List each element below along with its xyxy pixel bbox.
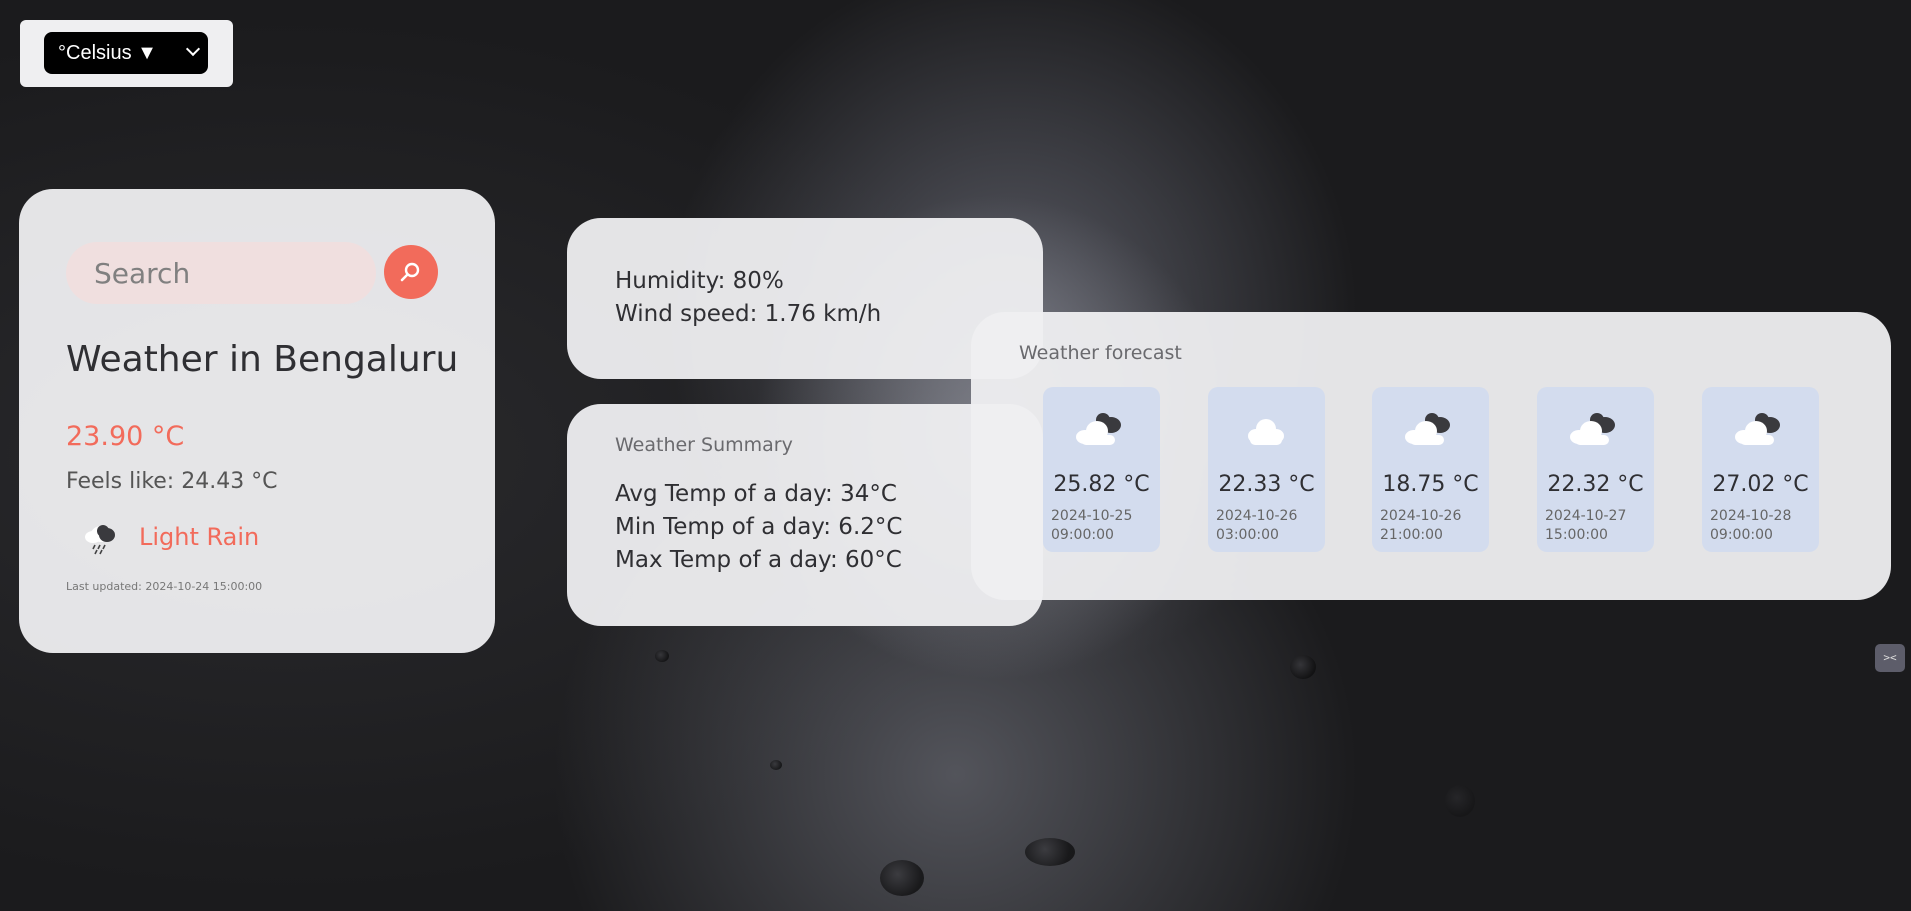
forecast-time: 09:00:00 [1710, 527, 1773, 543]
wind-speed-text: Wind speed: 1.76 km/h [615, 301, 882, 327]
min-temp-text: Min Temp of a day: 6.2°C [615, 514, 903, 540]
search-input[interactable] [66, 242, 376, 304]
forecast-item: 22.32 °C 2024-10-27 15:00:00 [1537, 387, 1654, 552]
forecast-date: 2024-10-26 [1380, 508, 1462, 524]
forecast-time: 15:00:00 [1545, 527, 1608, 543]
forecast-date: 2024-10-26 [1216, 508, 1298, 524]
city-title: Weather in Bengaluru [66, 339, 459, 380]
forecast-item: 25.82 °C 2024-10-25 09:00:00 [1043, 387, 1160, 552]
forecast-item: 22.33 °C 2024-10-26 03:00:00 [1208, 387, 1325, 552]
background-droplet [1025, 838, 1075, 866]
current-weather-card: Weather in Bengaluru 23.90 °C Feels like… [19, 189, 495, 653]
cloud-icon [1248, 419, 1284, 445]
partly-cloudy-icon [1076, 413, 1121, 445]
forecast-datetime: 2024-10-27 15:00:00 [1545, 507, 1650, 545]
floating-extension-button[interactable]: >< [1875, 644, 1905, 672]
forecast-item: 18.75 °C 2024-10-26 21:00:00 [1372, 387, 1489, 552]
partly-cloudy-icon [1735, 413, 1780, 445]
avg-temp-text: Avg Temp of a day: 34°C [615, 481, 897, 507]
background-droplet [770, 760, 782, 770]
forecast-date: 2024-10-27 [1545, 508, 1627, 524]
search-icon [400, 262, 420, 282]
unit-select[interactable]: °Celsius ▼ [44, 32, 208, 74]
forecast-datetime: 2024-10-28 09:00:00 [1710, 507, 1815, 545]
forecast-time: 03:00:00 [1216, 527, 1279, 543]
forecast-time: 09:00:00 [1051, 527, 1114, 543]
forecast-temp: 18.75 °C [1382, 472, 1479, 497]
last-updated: Last updated: 2024-10-24 15:00:00 [66, 580, 263, 593]
feels-like: Feels like: 24.43 °C [66, 469, 278, 494]
background-droplet [1290, 655, 1316, 679]
light-rain-icon [85, 525, 115, 555]
unit-selector-panel: °Celsius ▼ [20, 20, 233, 87]
forecast-datetime: 2024-10-26 21:00:00 [1380, 507, 1485, 545]
forecast-item: 27.02 °C 2024-10-28 09:00:00 [1702, 387, 1819, 552]
summary-title: Weather Summary [615, 434, 793, 456]
background-droplet [1445, 785, 1475, 817]
forecast-temp: 25.82 °C [1053, 472, 1150, 497]
background-droplet [655, 650, 669, 662]
code-icon: >< [1883, 651, 1897, 664]
background-droplet [880, 860, 924, 896]
forecast-datetime: 2024-10-26 03:00:00 [1216, 507, 1321, 545]
unit-select-value: °Celsius ▼ [58, 41, 157, 64]
chevron-down-icon [185, 41, 201, 57]
partly-cloudy-icon [1405, 413, 1450, 445]
forecast-title: Weather forecast [1019, 342, 1182, 364]
current-temperature: 23.90 °C [66, 421, 185, 452]
forecast-datetime: 2024-10-25 09:00:00 [1051, 507, 1156, 545]
forecast-card: Weather forecast 25.82 °C 2024-10-25 09:… [971, 312, 1891, 600]
forecast-temp: 27.02 °C [1712, 472, 1809, 497]
weather-condition: Light Rain [139, 523, 260, 551]
partly-cloudy-icon [1570, 413, 1615, 445]
search-button[interactable] [384, 245, 438, 299]
forecast-date: 2024-10-28 [1710, 508, 1792, 524]
forecast-time: 21:00:00 [1380, 527, 1443, 543]
forecast-temp: 22.32 °C [1547, 472, 1644, 497]
forecast-temp: 22.33 °C [1218, 472, 1315, 497]
max-temp-text: Max Temp of a day: 60°C [615, 547, 902, 573]
forecast-date: 2024-10-25 [1051, 508, 1133, 524]
humidity-text: Humidity: 80% [615, 268, 784, 294]
